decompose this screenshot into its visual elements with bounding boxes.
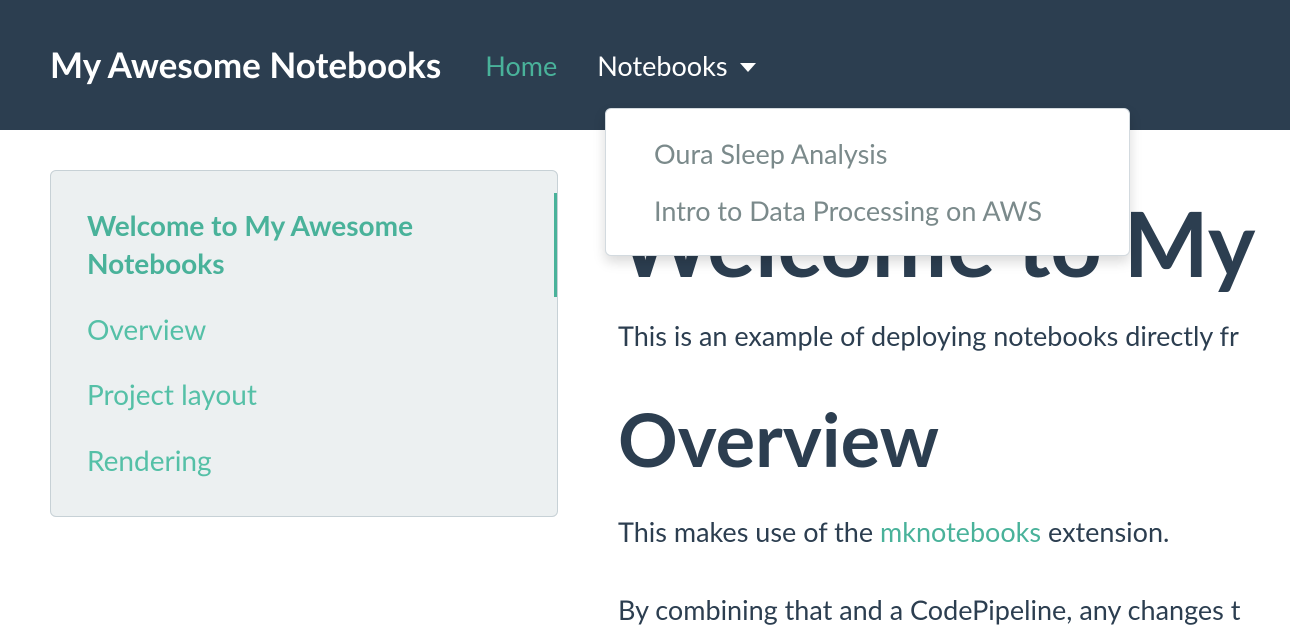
dropdown-item-aws[interactable]: Intro to Data Processing on AWS xyxy=(606,182,1129,239)
nav-home[interactable]: Home xyxy=(485,49,557,82)
intro-paragraph: This is an example of deploying notebook… xyxy=(618,317,1290,355)
toc-project-layout[interactable]: Project layout xyxy=(87,362,521,428)
overview-p1-text-a: This makes use of the xyxy=(618,515,880,548)
dropdown-item-oura[interactable]: Oura Sleep Analysis xyxy=(606,125,1129,182)
overview-heading: Overview xyxy=(618,394,1290,483)
toc-sidebar: Welcome to My Awesome Notebooks Overview… xyxy=(50,170,558,517)
toc-welcome[interactable]: Welcome to My Awesome Notebooks xyxy=(87,193,557,297)
overview-p1-text-b: extension. xyxy=(1041,515,1169,548)
nav-links: Home Notebooks xyxy=(485,49,755,82)
notebooks-dropdown: Oura Sleep Analysis Intro to Data Proces… xyxy=(605,108,1130,256)
toc-rendering[interactable]: Rendering xyxy=(87,428,521,494)
mknotebooks-link[interactable]: mknotebooks xyxy=(880,515,1041,548)
overview-paragraph-1: This makes use of the mknotebooks extens… xyxy=(618,513,1290,551)
caret-down-icon xyxy=(740,63,756,72)
nav-notebooks[interactable]: Notebooks xyxy=(597,49,755,82)
toc-overview[interactable]: Overview xyxy=(87,297,521,363)
brand-title[interactable]: My Awesome Notebooks xyxy=(50,44,441,86)
overview-paragraph-2: By combining that and a CodePipeline, an… xyxy=(618,591,1290,629)
nav-notebooks-label: Notebooks xyxy=(597,49,727,82)
